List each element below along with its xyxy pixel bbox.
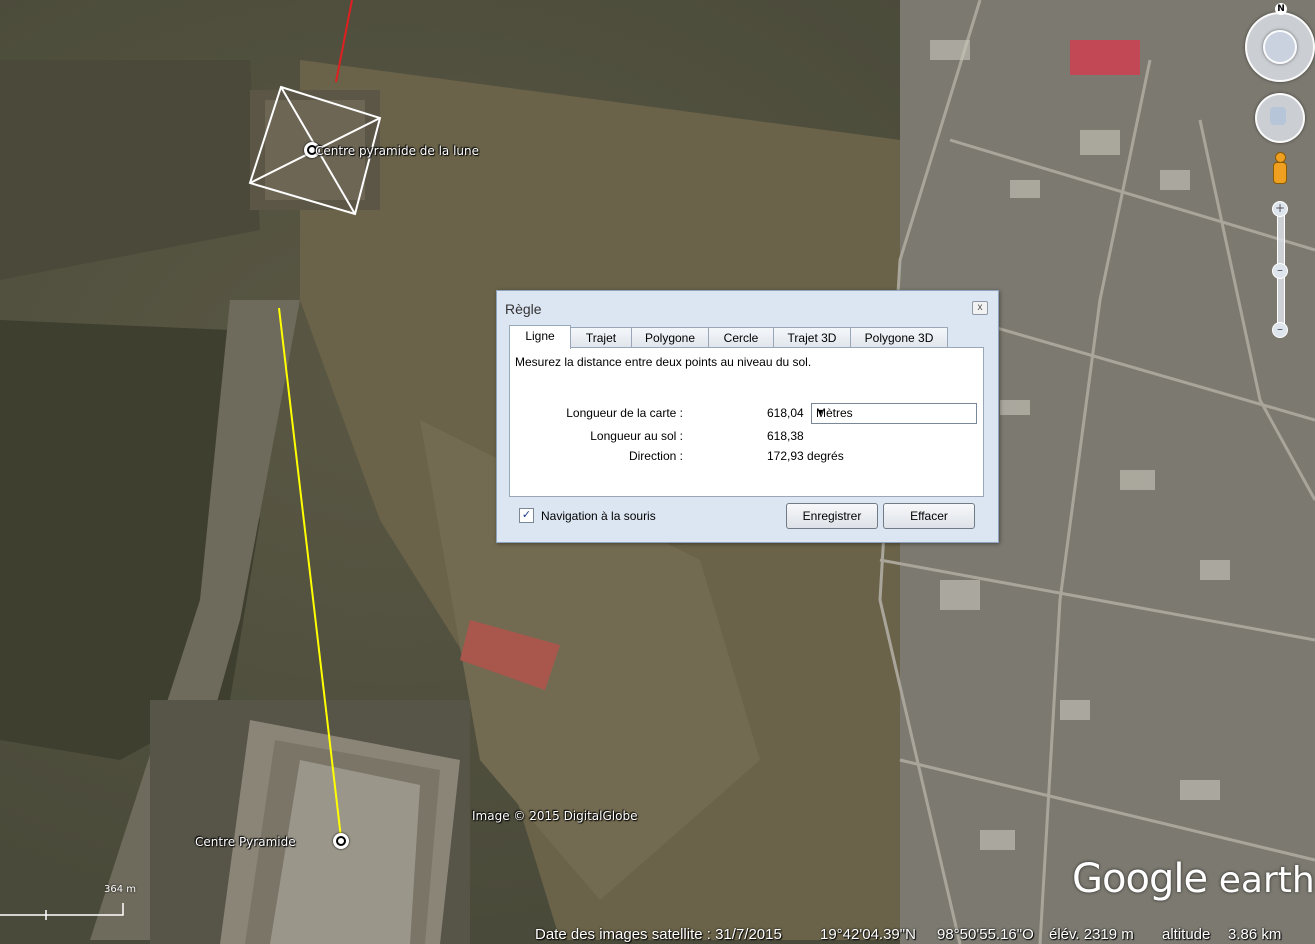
dialog-title: Règle — [505, 301, 542, 317]
ground-length-label: Longueur au sol : — [590, 429, 683, 443]
direction-value: 172,93 degrés — [767, 449, 844, 463]
street-view-pegman-icon[interactable] — [1272, 152, 1287, 188]
google-earth-logo: Google earth — [1072, 856, 1315, 902]
tab-cercle[interactable]: Cercle — [708, 327, 774, 348]
sun-pyramid-label[interactable]: Centre Pyramide — [195, 835, 296, 849]
north-indicator[interactable]: N — [1275, 3, 1287, 15]
imagery-date: Date des images satellite : 31/7/2015 — [535, 926, 782, 943]
scale-label: 364 m — [104, 884, 137, 895]
sun-pyramid-placemark-icon[interactable] — [333, 833, 349, 849]
description-text: Mesurez la distance entre deux points au… — [515, 355, 812, 369]
clear-button[interactable]: Effacer — [883, 503, 975, 529]
save-button[interactable]: Enregistrer — [786, 503, 878, 529]
map-length-label: Longueur de la carte : — [566, 406, 683, 420]
zoom-in-button[interactable]: + — [1272, 201, 1288, 217]
tab-ligne[interactable]: Ligne — [509, 325, 571, 349]
logo-earth: earth — [1218, 860, 1315, 901]
hand-icon[interactable] — [1270, 107, 1286, 125]
latitude: 19°42'04.39"N — [820, 926, 916, 943]
close-button[interactable]: x — [972, 301, 988, 315]
ruler-dialog: Règle x Ligne Trajet Polygone Cercle Tra… — [496, 290, 999, 543]
moon-pyramid-label[interactable]: Centre pyramide de la lune — [315, 144, 479, 158]
chevron-down-icon: ▼ — [816, 407, 825, 417]
ruler-tabs: Ligne Trajet Polygone Cercle Trajet 3D P… — [509, 325, 948, 349]
mouse-navigation-label[interactable]: Navigation à la souris — [541, 509, 656, 523]
zoom-handle[interactable]: – — [1272, 263, 1288, 279]
eye-icon[interactable] — [1263, 30, 1297, 64]
tab-polygone[interactable]: Polygone — [631, 327, 709, 348]
altitude-label: altitude — [1162, 926, 1211, 943]
logo-google: Google — [1072, 856, 1208, 902]
altitude-value: 3.86 km — [1228, 926, 1282, 943]
mouse-navigation-checkbox[interactable]: ✓ — [519, 508, 534, 523]
zoom-out-button[interactable]: – — [1272, 322, 1288, 338]
longitude: 98°50'55.16"O — [937, 926, 1034, 943]
direction-label: Direction : — [628, 449, 683, 463]
tab-trajet[interactable]: Trajet — [570, 327, 632, 348]
ground-length-value: 618,38 — [767, 429, 804, 443]
unit-select[interactable]: Mètres ▼ — [811, 403, 977, 424]
measure-panel: Mesurez la distance entre deux points au… — [509, 347, 984, 497]
imagery-copyright: Image © 2015 DigitalGlobe — [472, 809, 638, 823]
elevation: élév. 2319 m — [1049, 926, 1134, 943]
map-length-value: 618,04 — [767, 406, 804, 420]
status-bar: Date des images satellite : 31/7/2015 19… — [520, 926, 1315, 944]
tab-polygone-3d[interactable]: Polygone 3D — [850, 327, 948, 348]
tab-trajet-3d[interactable]: Trajet 3D — [773, 327, 851, 348]
